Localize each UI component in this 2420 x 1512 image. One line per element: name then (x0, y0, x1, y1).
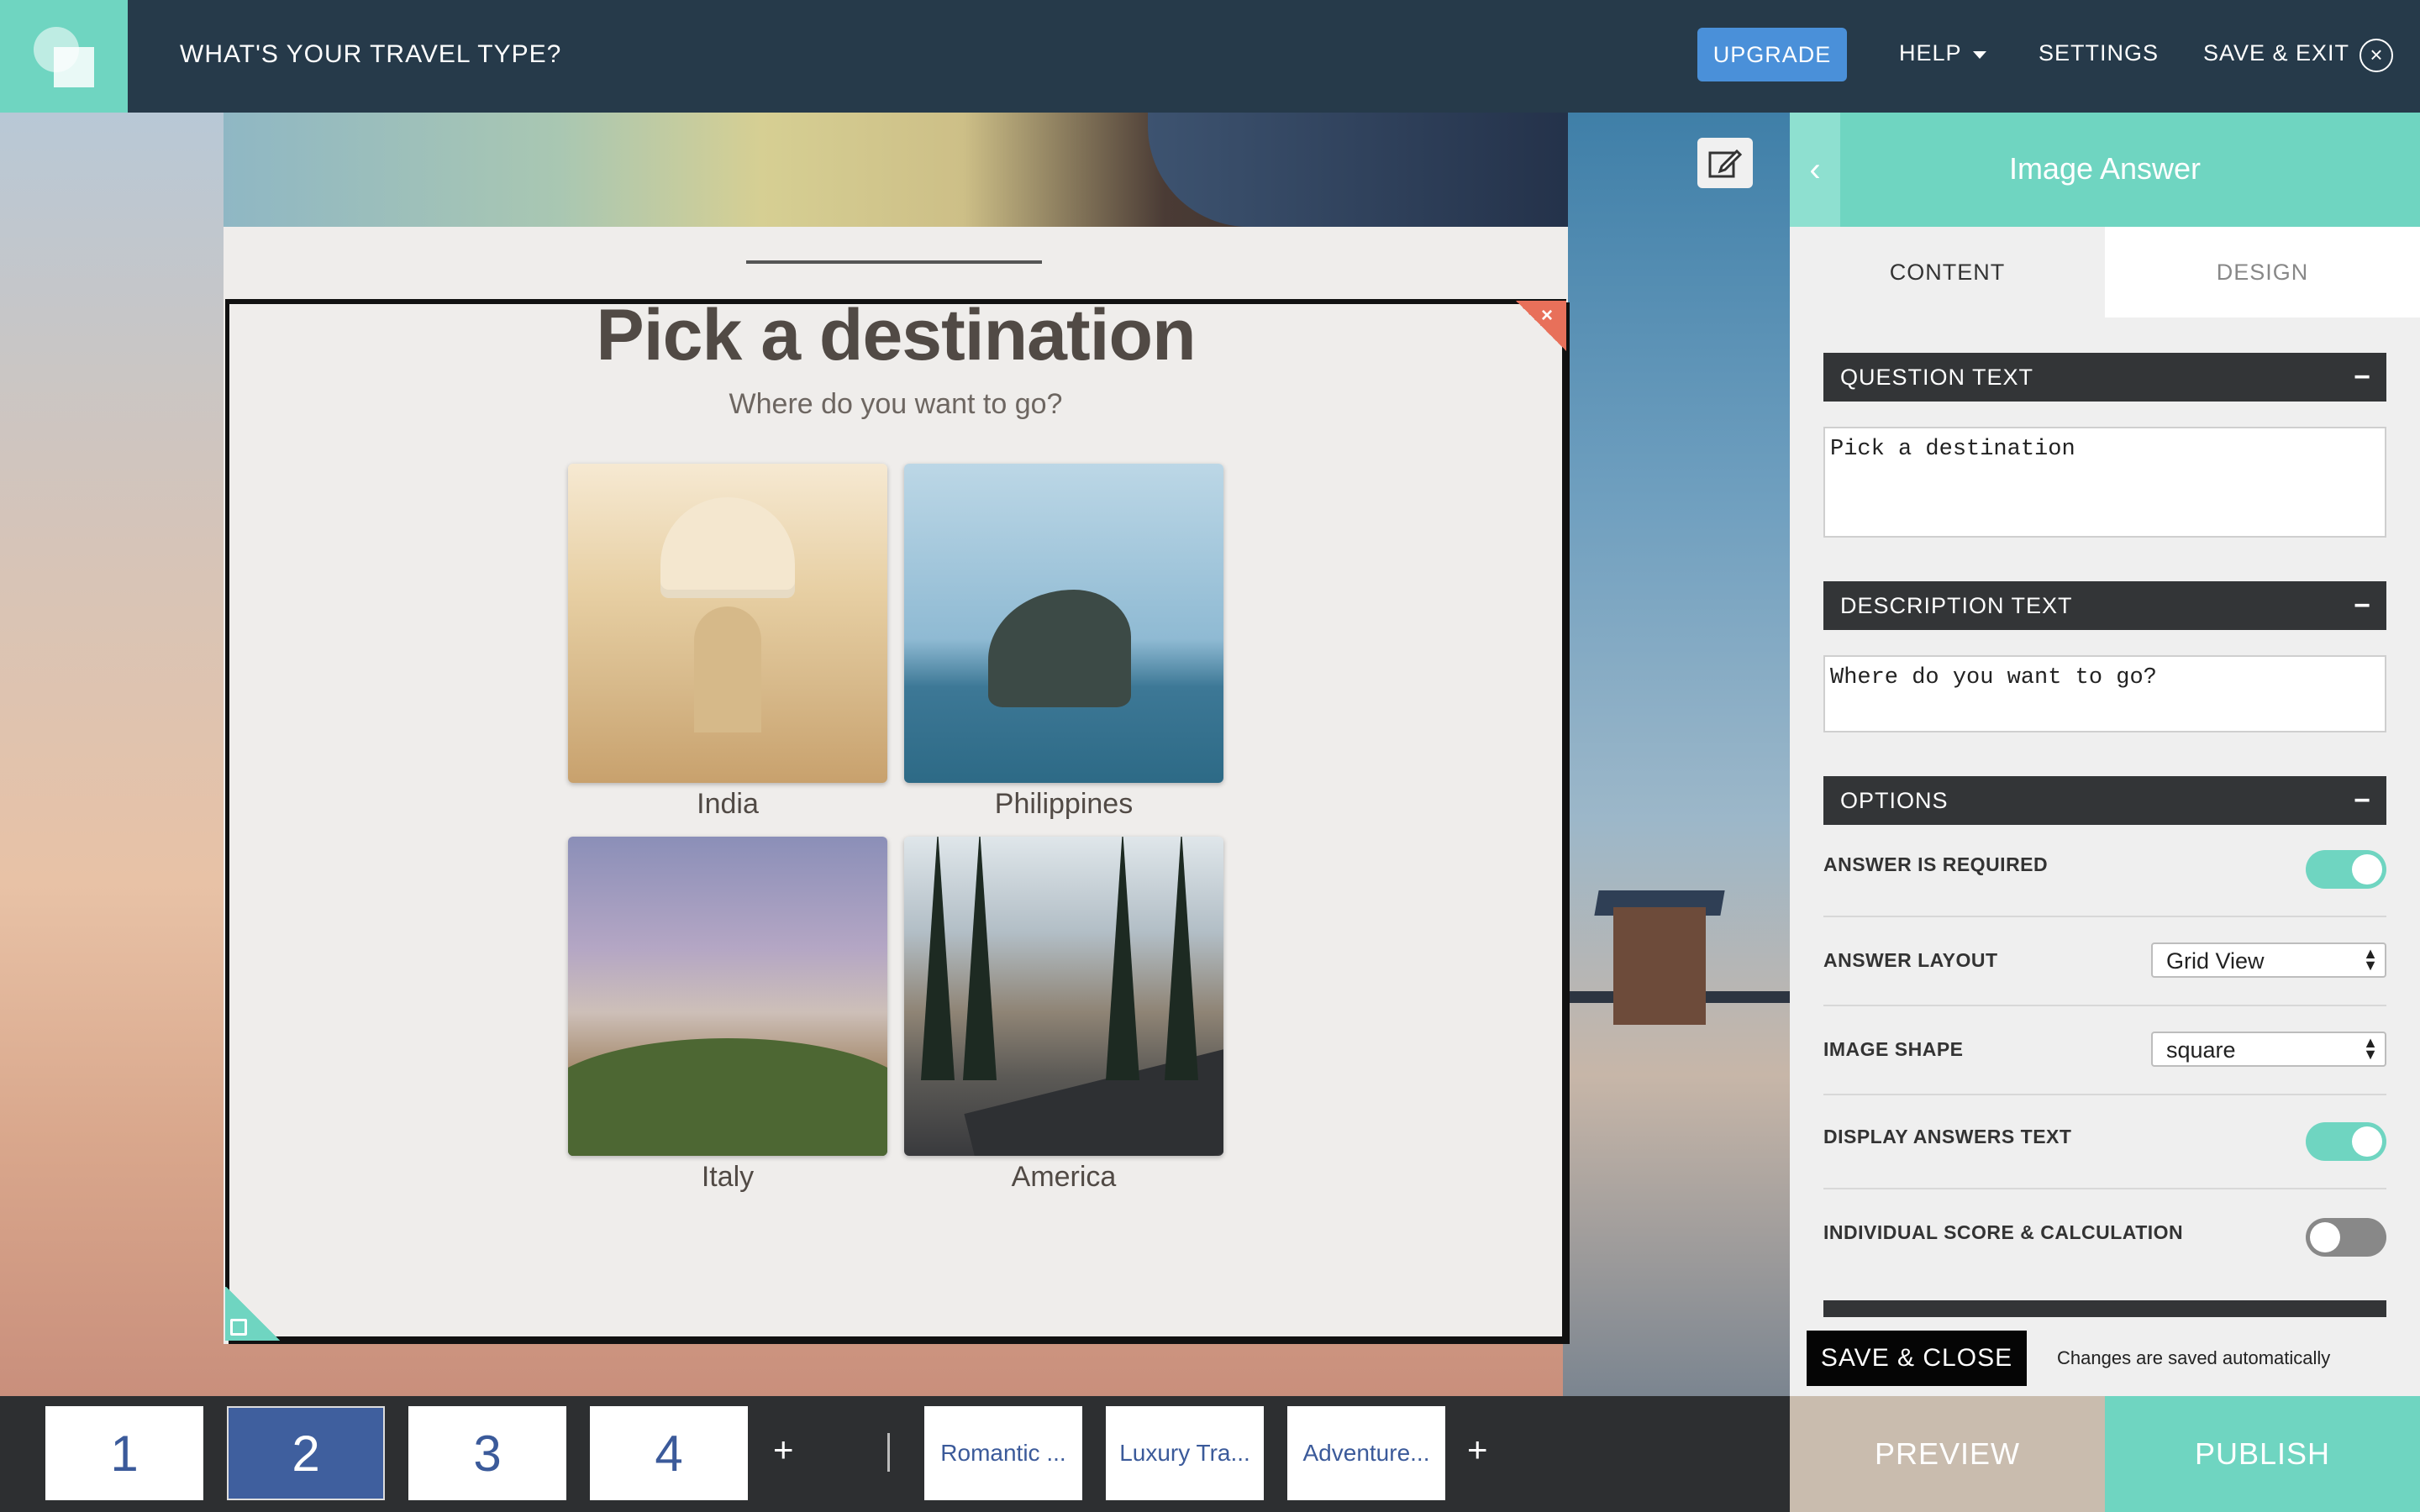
preview-button[interactable]: PREVIEW (1790, 1396, 2105, 1512)
image-shape-select[interactable]: square ▲ ▼ (2151, 1032, 2386, 1067)
cover-image-detail (1148, 113, 1568, 227)
question-description[interactable]: Where do you want to go? (224, 388, 1568, 421)
settings-link[interactable]: SETTINGS (2039, 40, 2159, 66)
individual-score-toggle[interactable] (2306, 1218, 2386, 1257)
result-tab-luxury[interactable]: Luxury Tra... (1106, 1406, 1264, 1500)
answer-image-detail (568, 1038, 887, 1156)
answer-label: America (1011, 1161, 1117, 1193)
logo-square-shape (54, 47, 94, 87)
page-tab-3[interactable]: 3 (408, 1406, 566, 1500)
select-arrows-icon: ▲ ▼ (2363, 945, 2378, 974)
progress-bar (746, 260, 1042, 264)
answer-image-detail (1165, 837, 1198, 1080)
collapse-icon[interactable]: − (2354, 353, 2371, 402)
question-text-input[interactable]: Pick a destination (1823, 427, 2386, 538)
options-section-header[interactable]: OPTIONS − (1823, 776, 2386, 825)
answer-image-america[interactable] (904, 837, 1223, 1156)
panel-title: Image Answer (2008, 151, 2202, 186)
answer-required-label: ANSWER IS REQUIRED (1823, 853, 2049, 875)
description-text-input[interactable]: Where do you want to go? (1823, 655, 2386, 732)
page-tab-1[interactable]: 1 (45, 1406, 203, 1500)
save-exit-link[interactable]: SAVE & EXIT (2203, 40, 2349, 66)
answer-image-detail (988, 590, 1131, 707)
app-logo[interactable] (0, 0, 128, 113)
help-menu[interactable]: HELP (1899, 40, 1962, 66)
back-icon[interactable]: ‹ (1790, 113, 1840, 227)
chevron-down-icon[interactable] (1973, 51, 1986, 59)
answer-label: Italy (701, 1161, 755, 1193)
select-arrows-icon: ▲ ▼ (2363, 1034, 2378, 1063)
answer-image-india[interactable] (568, 464, 887, 783)
add-page-icon[interactable]: + (773, 1430, 794, 1470)
select-value: square (2166, 1037, 2236, 1063)
background-lake (1563, 113, 1790, 1396)
close-icon[interactable]: × (2360, 39, 2393, 72)
publish-button[interactable]: PUBLISH (2105, 1396, 2420, 1512)
question-title[interactable]: Pick a destination (224, 294, 1568, 377)
display-answers-text-label: DISPLAY ANSWERS TEXT (1823, 1126, 2072, 1147)
page-tab-2[interactable]: 2 (227, 1406, 385, 1500)
tab-content[interactable]: CONTENT (1790, 227, 2105, 318)
divider (887, 1433, 890, 1472)
page-tab-4[interactable]: 4 (590, 1406, 748, 1500)
toggle-knob (2352, 854, 2382, 885)
answer-image-detail (963, 837, 997, 1080)
collapse-icon[interactable]: − (2354, 581, 2371, 630)
answer-image-detail (921, 837, 955, 1080)
answer-label: Philippines (994, 788, 1134, 820)
quiz-title[interactable]: WHAT'S YOUR TRAVEL TYPE? (180, 40, 561, 69)
description-text-section-header[interactable]: DESCRIPTION TEXT − (1823, 581, 2386, 630)
divider (1823, 1005, 2386, 1006)
question-block-selected[interactable] (225, 299, 1566, 1341)
select-value: Grid View (2166, 948, 2265, 974)
copy-icon[interactable] (230, 1319, 247, 1336)
answer-image-detail (694, 606, 761, 732)
section-title: OPTIONS (1840, 788, 1949, 813)
cover-image[interactable] (224, 113, 1568, 227)
result-tab-adventure[interactable]: Adventure... (1287, 1406, 1445, 1500)
tab-design[interactable]: DESIGN (2105, 227, 2420, 318)
divider (1823, 916, 2386, 917)
answer-label: India (697, 788, 759, 820)
autosave-status: Changes are saved automatically (2057, 1347, 2331, 1368)
question-text-section-header[interactable]: QUESTION TEXT − (1823, 353, 2386, 402)
section-title: DESCRIPTION TEXT (1840, 593, 2073, 618)
divider (1823, 1188, 2386, 1189)
divider (1823, 1094, 2386, 1095)
answer-layout-label: ANSWER LAYOUT (1823, 949, 1998, 971)
answer-required-toggle[interactable] (2306, 850, 2386, 889)
image-shape-label: IMAGE SHAPE (1823, 1038, 1964, 1060)
answer-layout-select[interactable]: Grid View ▲ ▼ (2151, 942, 2386, 978)
individual-score-label: INDIVIDUAL SCORE & CALCULATION (1823, 1221, 2184, 1243)
background-hut (1613, 907, 1706, 1025)
display-answers-text-toggle[interactable] (2306, 1122, 2386, 1161)
section-title: QUESTION TEXT (1840, 365, 2034, 390)
next-section-header[interactable] (1823, 1300, 2386, 1317)
result-tab-romantic[interactable]: Romantic ... (924, 1406, 1082, 1500)
answer-image-italy[interactable] (568, 837, 887, 1156)
answer-image-philippines[interactable] (904, 464, 1223, 783)
edit-icon[interactable] (1697, 138, 1753, 188)
answer-image-detail (1106, 837, 1139, 1080)
upgrade-button[interactable]: UPGRADE (1697, 28, 1847, 81)
answer-image-detail (660, 497, 795, 598)
toggle-knob (2310, 1222, 2340, 1252)
toggle-knob (2352, 1126, 2382, 1157)
collapse-icon[interactable]: − (2354, 776, 2371, 825)
save-close-button[interactable]: SAVE & CLOSE (1807, 1331, 2027, 1386)
add-result-icon[interactable]: + (1467, 1430, 1488, 1470)
